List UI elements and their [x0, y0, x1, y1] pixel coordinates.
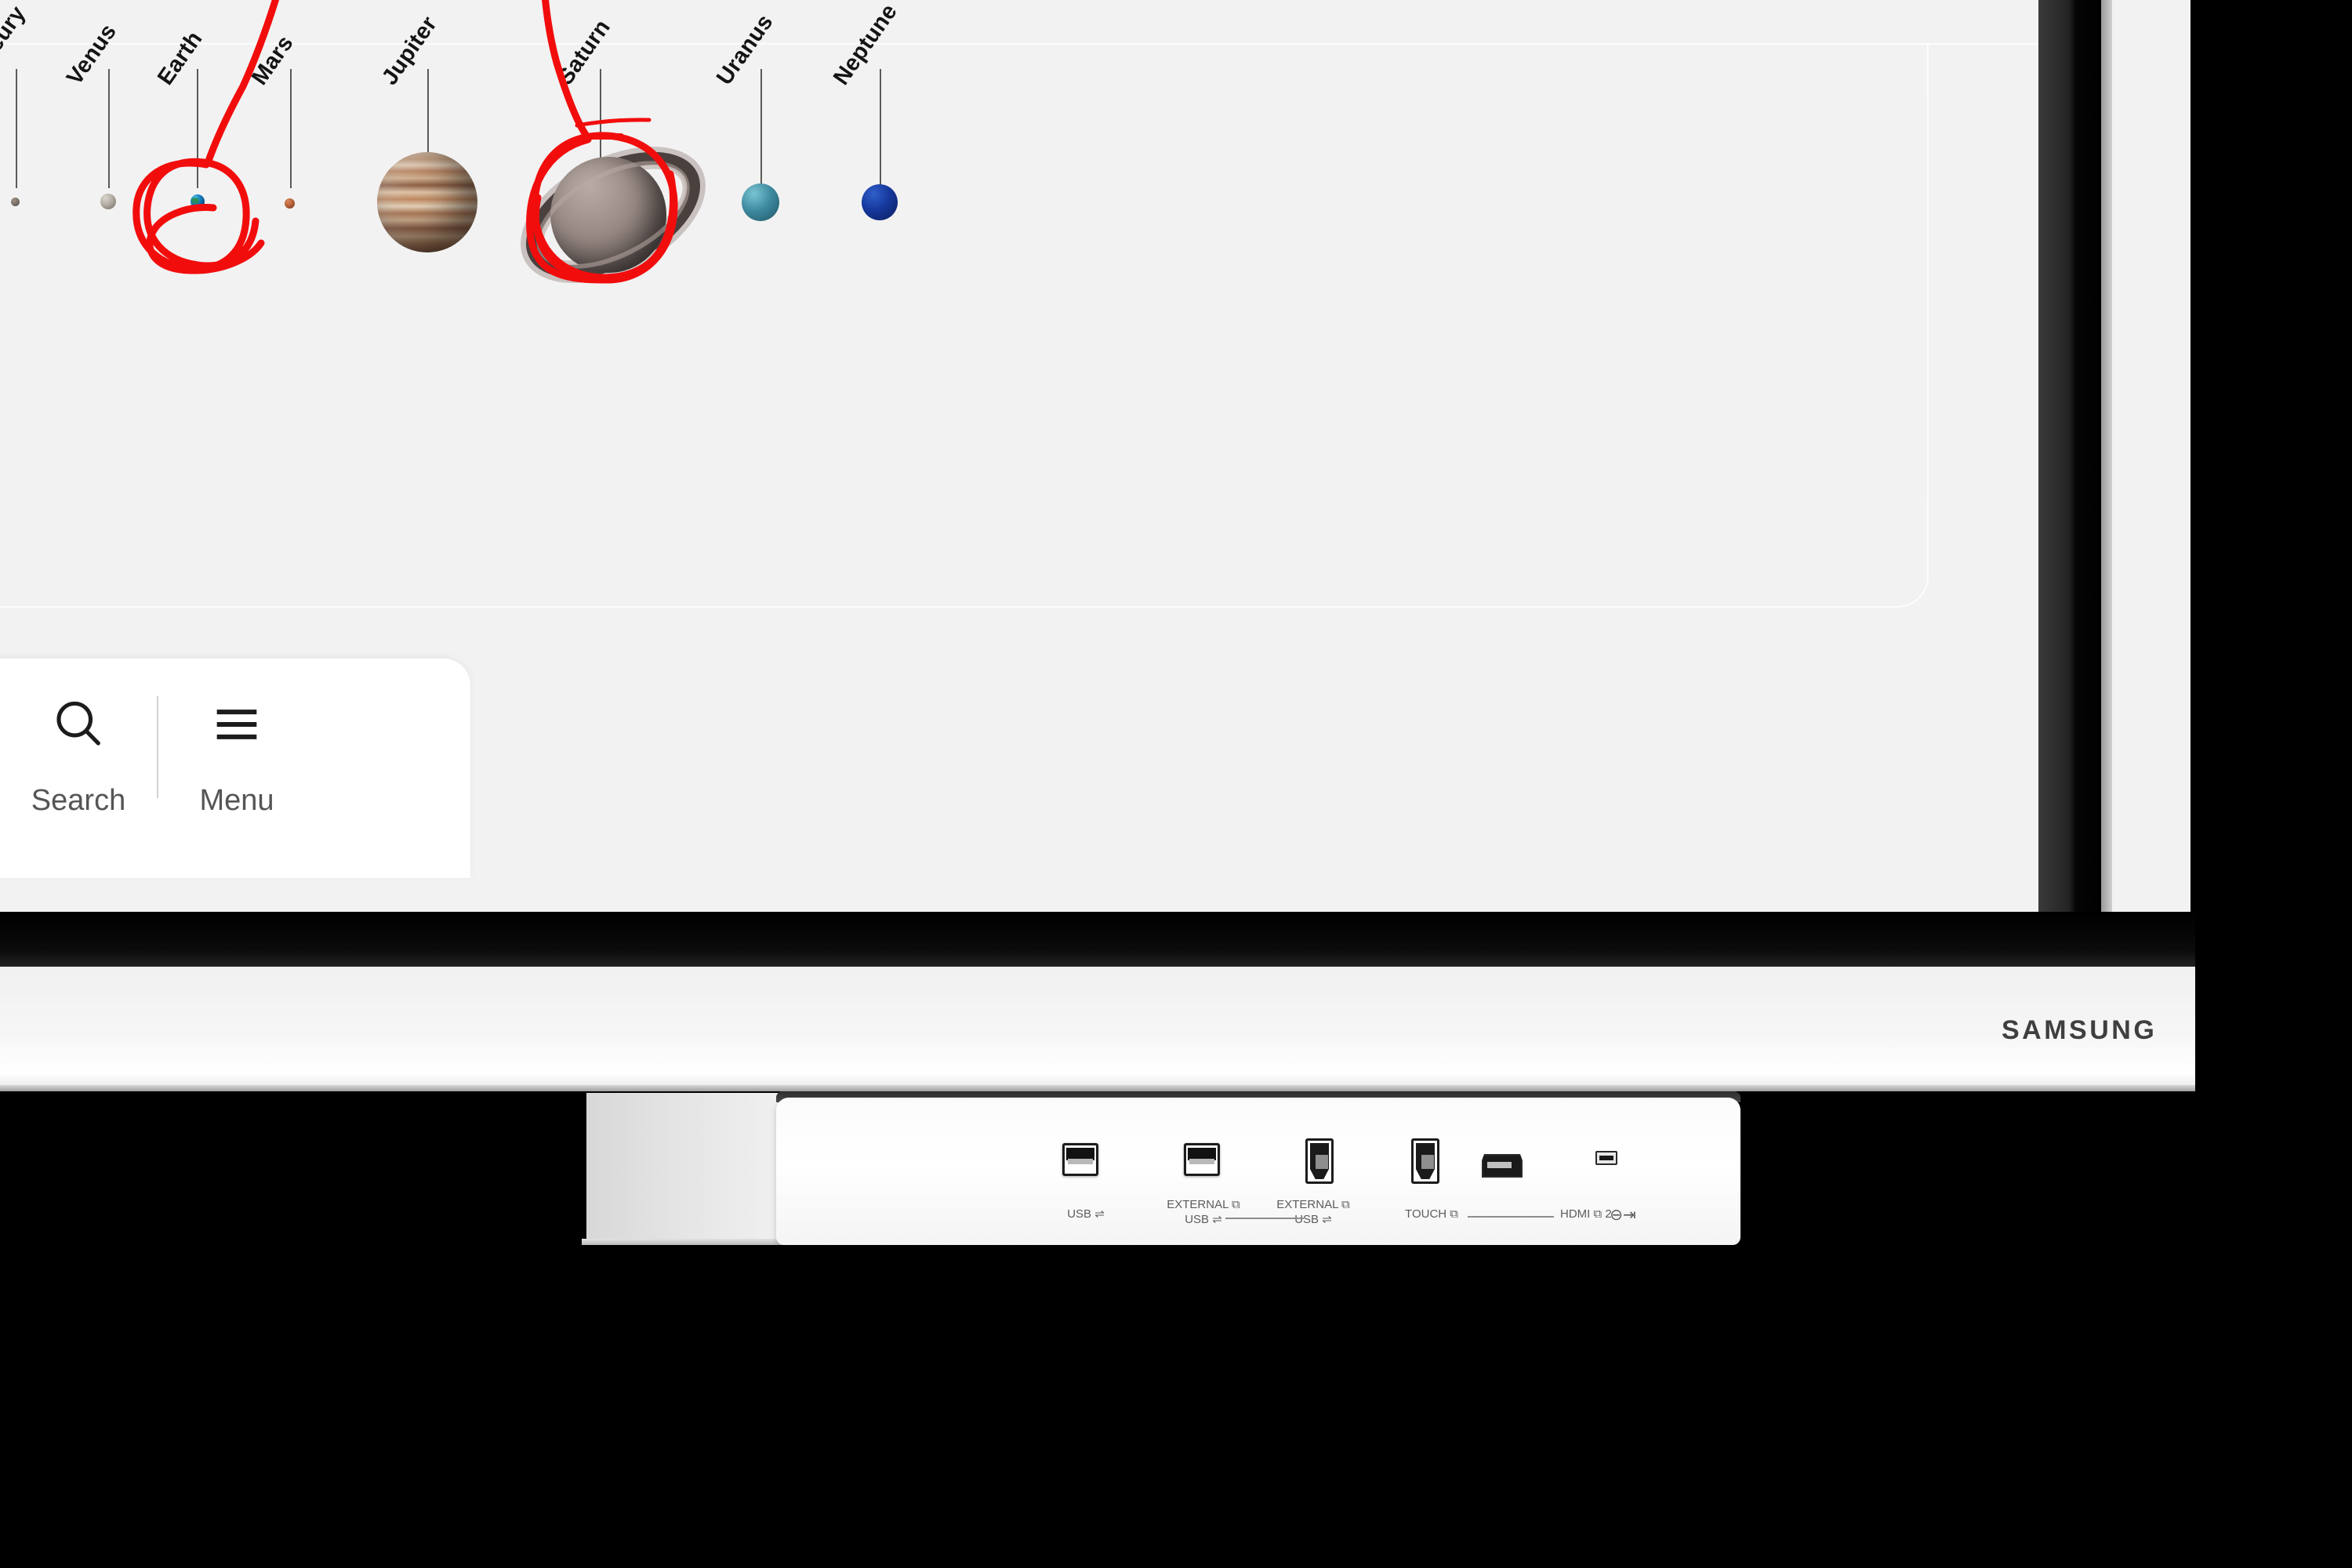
planet-body-venus[interactable] [100, 194, 116, 209]
planet-body-uranus[interactable] [742, 183, 779, 221]
planet-body-mars[interactable] [285, 198, 295, 209]
toolbar-label-search: Search [31, 784, 126, 817]
planet-body-earth[interactable] [191, 194, 205, 209]
planet-label-jupiter: Jupiter [376, 12, 442, 90]
port-pair-link-touch-hdmi [1468, 1216, 1554, 1218]
planet-body-neptune[interactable] [862, 184, 898, 220]
leader-line-uranus [760, 69, 762, 188]
planet-body-jupiter[interactable] [377, 152, 477, 252]
headphone-port-icon [1595, 1151, 1617, 1165]
screenshot-root: Mercury Venus Earth Mars Jupiter Saturn … [0, 0, 2352, 1568]
port-label-external-usb-1: EXTERNAL ⧉ USB ⇌ [1167, 1198, 1240, 1226]
usb-a-port-icon [1184, 1143, 1220, 1176]
leader-line-venus [108, 69, 110, 188]
port-label-headphone: ⊖⇥ [1610, 1207, 1636, 1224]
planet-label-neptune: Neptune [828, 0, 902, 90]
toolbar-item-menu[interactable]: Menu [158, 659, 315, 878]
leader-line-mercury [16, 69, 17, 188]
port-usb-b-2[interactable] [1411, 1138, 1439, 1184]
panel-bottom-band [0, 912, 2195, 967]
planet-label-uranus: Uranus [711, 9, 779, 90]
leader-line-neptune [880, 69, 881, 188]
port-label-touch: TOUCH ⧉ [1405, 1207, 1458, 1221]
chassis-front [0, 967, 2195, 1088]
chassis-right-face [2112, 0, 2190, 949]
leader-line-earth [197, 69, 198, 188]
port-label-external-usb-2: EXTERNAL ⧉ USB ⇌ [1276, 1198, 1350, 1226]
solar-system-row: Mercury Venus Earth Mars Jupiter Saturn … [0, 0, 2038, 674]
toolbar-label-menu: Menu [199, 784, 274, 817]
port-hdmi[interactable] [1482, 1154, 1523, 1178]
panel-right-edge [2038, 0, 2101, 913]
display-screen[interactable]: Mercury Venus Earth Mars Jupiter Saturn … [0, 0, 2038, 912]
planet-body-saturn[interactable] [506, 122, 720, 304]
port-usb-b-1[interactable] [1305, 1138, 1334, 1184]
planet-label-saturn: Saturn [552, 15, 615, 90]
port-usb-a-2[interactable] [1184, 1143, 1220, 1176]
search-icon [42, 688, 114, 760]
leader-line-mars [290, 69, 292, 188]
planet-body-mercury[interactable] [11, 198, 20, 206]
planet-label-venus: Venus [61, 19, 122, 90]
samsung-logo: SAMSUNG [2002, 1015, 2158, 1045]
chassis-right-shadow [2101, 0, 2112, 949]
chassis-front-shadow [0, 1085, 2195, 1091]
planet-label-earth: Earth [152, 27, 208, 90]
port-label-usb: USB ⇌ [1067, 1207, 1105, 1221]
usb-b-port-icon [1411, 1138, 1439, 1184]
usb-b-port-icon [1305, 1138, 1334, 1184]
port-headphone[interactable] [1595, 1151, 1617, 1165]
bottom-toolbar[interactable]: On Miniboard Search [0, 659, 470, 878]
port-pair-link-usb [1225, 1218, 1304, 1219]
toolbar-item-search[interactable]: Search [0, 659, 157, 878]
hdmi-port-icon [1482, 1154, 1523, 1178]
hamburger-icon [201, 688, 273, 760]
usb-a-port-icon [1062, 1143, 1098, 1176]
port-usb-a-1[interactable] [1062, 1143, 1098, 1176]
